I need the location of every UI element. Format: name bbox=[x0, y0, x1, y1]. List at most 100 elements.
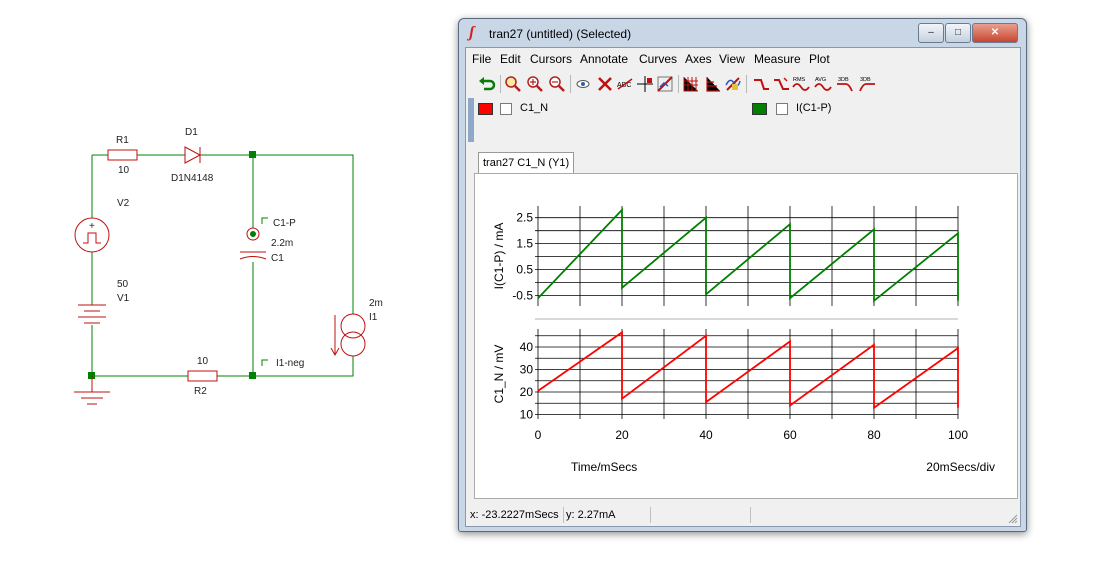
i1-value: 2m bbox=[369, 298, 383, 309]
3db-high-icon[interactable]: 3DB bbox=[858, 75, 876, 93]
menu-measure[interactable]: Measure bbox=[754, 52, 801, 66]
v2-name: V2 bbox=[117, 198, 130, 209]
plot-area[interactable]: Time/mSecs 20mSecs/div 2.5 1.5 0.5 -0.5 I(C1… bbox=[474, 173, 1018, 499]
menu-curves[interactable]: Curves bbox=[639, 52, 677, 66]
status-y: y: 2.27mA bbox=[566, 507, 651, 523]
x-tick-label: 20 bbox=[615, 428, 629, 442]
x-tick-label: 100 bbox=[948, 428, 968, 442]
battery-v1 bbox=[78, 304, 106, 324]
legend-scroll-strip[interactable] bbox=[468, 98, 474, 142]
x-tick-label: 40 bbox=[699, 428, 713, 442]
edit-axes-icon[interactable] bbox=[656, 75, 674, 93]
title-bar[interactable]: ʃ tran27 (untitled) (Selected) – □ ✕ bbox=[459, 19, 1026, 47]
x-scale-label: 20mSecs/div bbox=[926, 460, 995, 474]
menu-bar: File Edit Cursors Annotate Curves Axes V… bbox=[466, 48, 1020, 70]
svg-text:3DB: 3DB bbox=[860, 77, 871, 83]
grid-icon[interactable] bbox=[682, 75, 700, 93]
y-tick-label: 30 bbox=[520, 363, 534, 377]
fall-icon[interactable] bbox=[752, 75, 770, 93]
axis-icon[interactable] bbox=[704, 75, 722, 93]
y-axis-label: I(C1-P) / mA bbox=[492, 223, 506, 290]
capacitor-c1 bbox=[239, 251, 267, 260]
delete-curve-icon[interactable] bbox=[596, 75, 614, 93]
zoom-full-icon[interactable] bbox=[504, 75, 522, 93]
simetrix-logo-icon: ʃ bbox=[469, 24, 475, 41]
y-tick-label: 10 bbox=[520, 408, 534, 422]
undo-icon[interactable] bbox=[478, 75, 496, 93]
minimize-button[interactable]: – bbox=[918, 23, 944, 43]
current-source-i1 bbox=[340, 313, 366, 339]
resistor-r1 bbox=[107, 149, 138, 161]
r2-value: 10 bbox=[197, 356, 209, 367]
svg-text:+: + bbox=[89, 221, 95, 232]
tab-plot[interactable]: tran27 C1_N (Y1) bbox=[478, 152, 575, 173]
curve-edit-icon[interactable] bbox=[724, 75, 742, 93]
window-client: File Edit Cursors Annotate Curves Axes V… bbox=[465, 47, 1021, 527]
waveform-window: ʃ tran27 (untitled) (Selected) – □ ✕ Fil… bbox=[458, 18, 1027, 532]
c1-name: C1 bbox=[271, 253, 284, 264]
x-axis-label: Time/mSecs bbox=[571, 460, 637, 474]
rms-icon[interactable]: RMS bbox=[792, 75, 810, 93]
avg-icon[interactable]: AVG bbox=[814, 75, 832, 93]
v1-name: V1 bbox=[117, 293, 130, 304]
i1-name: I1 bbox=[369, 312, 378, 323]
maximize-button[interactable]: □ bbox=[945, 23, 971, 43]
x-tick-label: 80 bbox=[867, 428, 881, 442]
legend-label: C1_N bbox=[520, 102, 549, 114]
y-tick-label: 2.5 bbox=[516, 211, 533, 225]
zoom-out-icon[interactable] bbox=[548, 75, 566, 93]
menu-file[interactable]: File bbox=[472, 52, 491, 66]
resistor-r2 bbox=[187, 370, 218, 382]
schematic: + R1 10 D1 D1N4148 V2 50 V1 C1-P 2.2m C1… bbox=[74, 127, 383, 405]
cursor-cross-icon[interactable] bbox=[636, 75, 654, 93]
legend-checkbox[interactable] bbox=[776, 103, 788, 115]
svg-text:3DB: 3DB bbox=[838, 77, 849, 83]
diode-d1 bbox=[184, 146, 202, 164]
d1-model: D1N4148 bbox=[171, 173, 214, 184]
y-tick-label: 40 bbox=[520, 340, 534, 354]
eye-icon[interactable] bbox=[574, 75, 592, 93]
legend-swatch-c1n[interactable] bbox=[478, 103, 493, 115]
status-empty bbox=[656, 507, 751, 523]
legend-swatch-ic1p[interactable] bbox=[752, 103, 767, 115]
menu-edit[interactable]: Edit bbox=[500, 52, 521, 66]
r1-value: 10 bbox=[118, 165, 130, 176]
d1-name: D1 bbox=[185, 127, 198, 138]
c1-probe: C1-P bbox=[273, 218, 296, 229]
node-dot bbox=[249, 372, 256, 379]
menu-plot[interactable]: Plot bbox=[809, 52, 830, 66]
svg-text:AVG: AVG bbox=[815, 77, 826, 83]
status-bar: x: -23.2227mSecs y: 2.27mA bbox=[466, 504, 1020, 526]
x-tick-label: 60 bbox=[783, 428, 797, 442]
toolbar: ABC RMS AVG 3DB 3DB bbox=[466, 72, 1020, 96]
menu-view[interactable]: View bbox=[719, 52, 745, 66]
menu-cursors[interactable]: Cursors bbox=[530, 52, 572, 66]
window-title: tran27 (untitled) (Selected) bbox=[489, 27, 632, 41]
y-tick-label: 20 bbox=[520, 385, 534, 399]
3db-low-icon[interactable]: 3DB bbox=[836, 75, 854, 93]
v1-value: 50 bbox=[117, 279, 129, 290]
x-tick-label: 0 bbox=[535, 428, 542, 442]
wire-d1-node bbox=[200, 154, 354, 314]
menu-axes[interactable]: Axes bbox=[685, 52, 712, 66]
waveform-plot: Time/mSecs 20mSecs/div 2.5 1.5 0.5 -0.5 I(C1… bbox=[492, 206, 995, 474]
legend-checkbox[interactable] bbox=[500, 103, 512, 115]
neg-probe: I1-neg bbox=[276, 358, 304, 369]
pulse-symbol bbox=[83, 232, 101, 244]
resize-grip-icon[interactable] bbox=[1008, 514, 1018, 524]
y-tick-label: 0.5 bbox=[516, 263, 533, 277]
menu-annotate[interactable]: Annotate bbox=[580, 52, 628, 66]
y-tick-label: -0.5 bbox=[512, 289, 533, 303]
rise-icon[interactable] bbox=[772, 75, 790, 93]
legend-label: I(C1-P) bbox=[796, 102, 832, 114]
ground-symbol bbox=[74, 376, 110, 405]
label-icon[interactable]: ABC bbox=[616, 75, 634, 93]
y-axis-label: C1_N / mV bbox=[492, 345, 506, 404]
c1-value: 2.2m bbox=[271, 238, 293, 249]
node-dot bbox=[249, 151, 256, 158]
zoom-in-icon[interactable] bbox=[526, 75, 544, 93]
close-button[interactable]: ✕ bbox=[972, 23, 1018, 43]
status-x: x: -23.2227mSecs bbox=[470, 507, 564, 523]
r1-name: R1 bbox=[116, 135, 129, 146]
r2-name: R2 bbox=[194, 386, 207, 397]
